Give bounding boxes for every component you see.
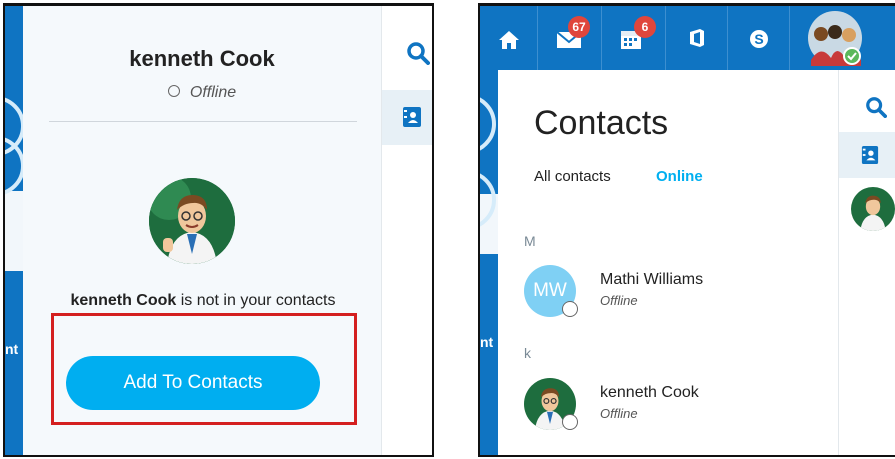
office-button[interactable] bbox=[666, 6, 728, 70]
contact-profile-card: kenneth Cook Offline kenneth Cook is not… bbox=[23, 6, 381, 455]
presence-status: Offline bbox=[23, 84, 381, 102]
home-button[interactable] bbox=[480, 6, 538, 70]
contacts-tab[interactable] bbox=[839, 132, 895, 178]
not-in-contacts-message: kenneth Cook is not in your contacts bbox=[53, 289, 353, 313]
add-to-contacts-button[interactable]: Add To Contacts bbox=[66, 356, 320, 410]
profile-avatar bbox=[149, 178, 235, 264]
background-arc bbox=[480, 94, 496, 154]
mail-count-badge: 67 bbox=[568, 16, 590, 38]
group-header: k bbox=[524, 345, 531, 361]
home-icon bbox=[499, 31, 519, 49]
profile-photo-icon bbox=[808, 11, 862, 66]
cartoon-avatar-icon bbox=[149, 178, 235, 264]
page-title: Contacts bbox=[534, 104, 669, 142]
background-text-fragment: nt bbox=[5, 341, 19, 357]
background-arc bbox=[5, 136, 25, 196]
contact-name: Mathi Williams bbox=[600, 271, 704, 288]
skype-button[interactable]: S bbox=[728, 6, 790, 70]
profile-card-screenshot: nt kenneth Cook Offline kenneth Cook is … bbox=[3, 3, 434, 457]
filter-online[interactable]: Online bbox=[656, 168, 703, 185]
skype-icon: S bbox=[750, 30, 768, 48]
background-app-strip: nt bbox=[5, 6, 25, 455]
offline-presence-icon bbox=[562, 301, 578, 317]
contacts-book-icon bbox=[861, 146, 879, 164]
group-header: M bbox=[524, 233, 536, 249]
profile-name: kenneth Cook bbox=[129, 46, 275, 71]
mail-button[interactable]: 67 bbox=[538, 6, 602, 70]
filter-all-contacts[interactable]: All contacts bbox=[534, 168, 611, 185]
cartoon-avatar-icon bbox=[851, 187, 895, 231]
search-icon[interactable] bbox=[865, 96, 887, 123]
calendar-count-badge: 6 bbox=[634, 16, 656, 38]
recent-contact-avatar[interactable] bbox=[851, 187, 895, 231]
contact-row[interactable]: MW Mathi Williams Offline bbox=[524, 265, 824, 321]
calendar-button[interactable]: 6 bbox=[602, 6, 666, 70]
divider bbox=[49, 121, 357, 122]
office-icon bbox=[690, 29, 704, 47]
contact-status: Offline bbox=[600, 406, 638, 421]
contact-status: Offline bbox=[600, 293, 638, 308]
right-navigation-rail bbox=[381, 6, 432, 455]
contact-name: kenneth Cook bbox=[600, 384, 699, 401]
svg-text:S: S bbox=[754, 31, 763, 47]
contacts-tab[interactable] bbox=[382, 90, 432, 145]
presence-label: Offline bbox=[189, 84, 237, 101]
profile-button[interactable] bbox=[790, 6, 895, 70]
background-panel bbox=[5, 191, 23, 271]
background-text-fragment: nt bbox=[480, 334, 494, 350]
search-icon[interactable] bbox=[406, 41, 430, 70]
offline-presence-icon bbox=[562, 414, 578, 430]
not-in-contacts-text: is not in your contacts bbox=[176, 292, 336, 309]
contacts-list-screenshot: 67 6 S nt Contacts All contacts Online M… bbox=[478, 3, 895, 457]
contacts-book-icon bbox=[403, 107, 421, 127]
right-navigation-rail bbox=[838, 70, 895, 455]
contacts-pane: Contacts All contacts Online M MW Mathi … bbox=[498, 70, 838, 455]
top-navigation-bar: 67 6 S bbox=[480, 6, 895, 70]
contact-row[interactable]: kenneth Cook Offline bbox=[524, 378, 824, 434]
not-in-contacts-name: kenneth Cook bbox=[70, 292, 177, 309]
offline-presence-icon bbox=[167, 85, 180, 98]
background-app-strip: nt bbox=[480, 70, 498, 455]
